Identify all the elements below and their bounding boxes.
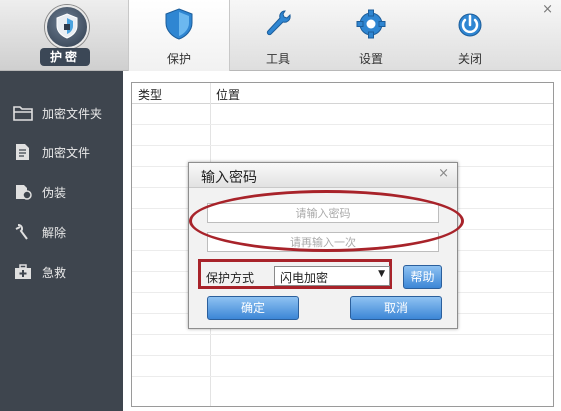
protect-mode-select[interactable]: 闪电加密 ▼ (274, 266, 390, 286)
sidebar-item-unlock[interactable]: 解除 (0, 217, 123, 247)
table-header: 类型 位置 (132, 83, 553, 104)
tab-close[interactable]: 关闭 (420, 0, 520, 70)
sidebar-item-label: 急救 (42, 266, 67, 280)
sidebar-item-label: 解除 (42, 226, 67, 240)
dialog-title: 输入密码 (201, 170, 257, 186)
protect-mode-label: 保护方式 (206, 271, 255, 285)
wrench-icon (266, 10, 291, 36)
password-input[interactable] (207, 203, 439, 223)
sidebar-item-label: 加密文件夹 (42, 107, 103, 121)
help-button[interactable]: 帮助 (403, 265, 442, 289)
column-header-location[interactable]: 位置 (216, 86, 240, 103)
folder-icon (13, 106, 33, 121)
ok-button[interactable]: 确定 (207, 296, 299, 320)
top-toolbar: 护密 保护 工具 设置 关闭 × (0, 0, 561, 71)
gear-icon (356, 9, 386, 39)
file-icon (16, 144, 29, 160)
sidebar-item-encrypt-folder[interactable]: 加密文件夹 (0, 98, 123, 128)
column-header-type[interactable]: 类型 (138, 86, 162, 103)
sidebar-item-disguise[interactable]: 伪装 (0, 177, 123, 207)
row-separator (132, 376, 553, 377)
tab-settings-label: 设置 (358, 52, 383, 66)
tab-settings[interactable]: 设置 (321, 0, 421, 70)
dialog-title-bar: 输入密码 × (189, 163, 457, 188)
unlock-icon (15, 224, 28, 240)
sidebar-item-label: 伪装 (42, 186, 67, 200)
password-dialog: 输入密码 × 保护方式 闪电加密 ▼ 帮助 确定 取消 (188, 162, 464, 329)
protect-mode-value: 闪电加密 (280, 271, 329, 285)
sidebar-item-label: 加密文件 (42, 146, 91, 160)
row-separator (132, 355, 553, 356)
power-icon (458, 13, 482, 37)
tab-protect[interactable]: 保护 (128, 0, 230, 71)
row-separator (132, 145, 553, 146)
shield-icon (165, 8, 193, 40)
cancel-button[interactable]: 取消 (350, 296, 442, 320)
sidebar: 加密文件夹 加密文件 伪装 解除 急救 (0, 71, 123, 411)
dialog-close-button[interactable]: × (438, 166, 449, 181)
tab-protect-label: 保护 (166, 52, 191, 66)
tab-close-label: 关闭 (457, 52, 482, 66)
sidebar-item-encrypt-file[interactable]: 加密文件 (0, 137, 123, 167)
shield-logo-icon (45, 5, 89, 49)
tab-tools[interactable]: 工具 (228, 0, 328, 70)
first-aid-icon (15, 264, 31, 279)
tab-tools-label: 工具 (265, 52, 290, 66)
window-close-button[interactable]: × (542, 2, 553, 17)
sidebar-item-first-aid[interactable]: 急救 (0, 257, 123, 287)
confirm-password-input[interactable] (207, 232, 439, 252)
row-separator (132, 124, 553, 125)
logo-text: 护密 (40, 48, 90, 66)
app-logo: 护密 (0, 0, 129, 70)
row-separator (132, 334, 553, 335)
chevron-down-icon: ▼ (378, 269, 385, 279)
disguise-icon (16, 185, 32, 200)
